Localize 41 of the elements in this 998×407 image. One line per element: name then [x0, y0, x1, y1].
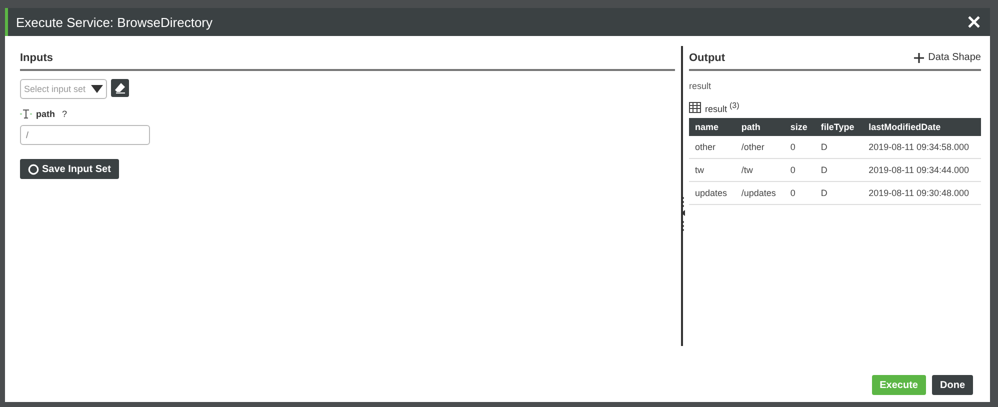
done-button[interactable]: Done — [932, 375, 973, 395]
table-cell: 0 — [784, 158, 815, 182]
dialog-title: Execute Service: BrowseDirectory — [16, 14, 213, 30]
table-title: result $^{(3)}$ — [705, 101, 740, 114]
parameter-label: path — [36, 109, 55, 119]
clear-button[interactable] — [111, 79, 129, 97]
output-heading: Output — [689, 52, 726, 64]
table-cell: 2019-08-11 09:34:44.000 — [862, 158, 981, 182]
result-label: result — [689, 81, 712, 91]
plus-icon — [914, 52, 924, 62]
table-cell: updates — [689, 182, 736, 204]
column-header: size — [784, 118, 815, 136]
column-header: fileType — [814, 118, 863, 136]
close-icon — [968, 16, 980, 28]
table-cell: 2019-08-11 09:30:48.000 — [862, 182, 981, 204]
data-shape-button[interactable]: Data Shape — [914, 52, 981, 63]
table-cell: D — [814, 158, 863, 182]
path-input-field[interactable]: / — [20, 125, 150, 145]
column-header: lastModifiedDate — [862, 118, 981, 136]
text-type-icon — [20, 109, 32, 119]
table-cell: /other — [735, 136, 784, 158]
table-cell: 2019-08-11 09:34:58.000 — [862, 136, 981, 158]
circle-icon — [28, 164, 39, 174]
dropdown-caret-icon — [91, 85, 103, 93]
table-cell: other — [689, 136, 736, 158]
table-cell: D — [814, 182, 863, 204]
splitter-handle-icon[interactable] — [681, 196, 686, 232]
table-cell: 0 — [784, 136, 815, 158]
help-icon[interactable]: ? — [62, 109, 68, 119]
inputs-heading: Inputs — [20, 52, 53, 64]
table-cell: tw — [689, 158, 736, 182]
table-cell: D — [814, 136, 863, 158]
table-cell: 0 — [784, 182, 815, 204]
eraser-icon — [114, 82, 126, 94]
table-cell: /updates — [735, 182, 784, 204]
table-cell: /tw — [735, 158, 784, 182]
save-input-set-button[interactable]: Save Input Set — [20, 159, 119, 179]
column-header: name — [689, 118, 736, 136]
table-icon — [689, 102, 701, 113]
close-button[interactable] — [966, 14, 982, 30]
column-header: path — [735, 118, 784, 136]
